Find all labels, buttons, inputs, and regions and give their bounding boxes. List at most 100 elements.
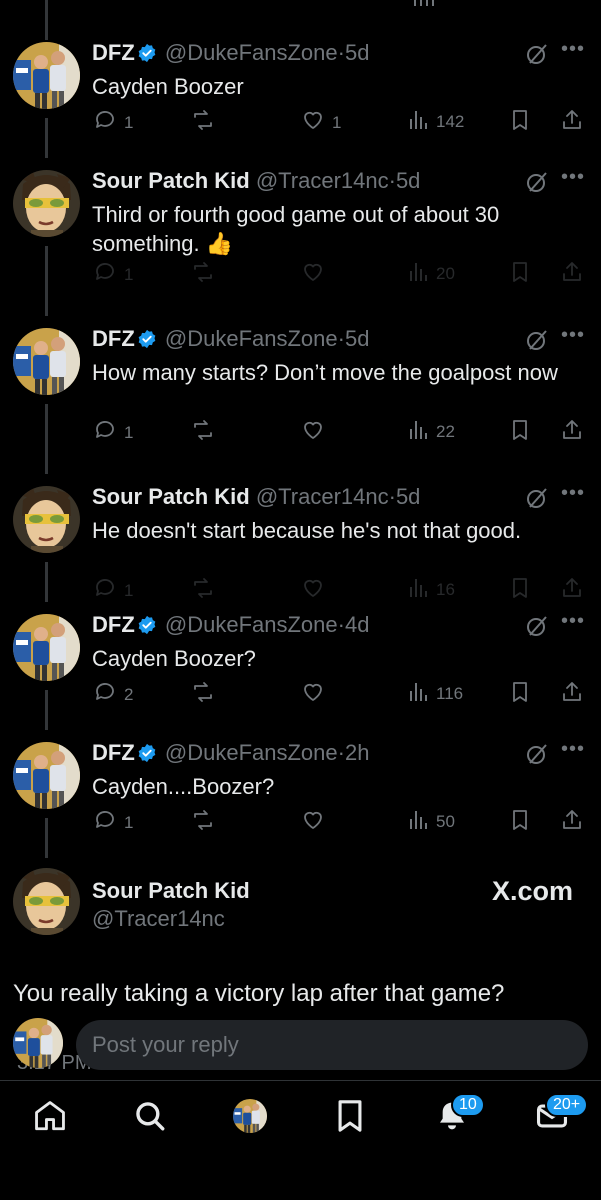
heart-icon (300, 418, 326, 447)
views-button[interactable]: 20 (408, 260, 455, 287)
reply-button[interactable]: 2 (92, 680, 133, 709)
author-name[interactable]: DFZ (92, 740, 135, 765)
bookmark-button[interactable] (509, 418, 531, 447)
grok-icon[interactable] (525, 42, 549, 71)
more-options-icon[interactable]: ••• (561, 482, 585, 505)
heart-icon (300, 260, 326, 289)
tweet-actions: 1 50 (92, 808, 592, 834)
bookmark-button[interactable] (509, 680, 531, 709)
tweet-time[interactable]: 5d (396, 168, 420, 193)
share-button[interactable] (560, 108, 584, 137)
avatar[interactable] (13, 42, 80, 109)
repost-button[interactable] (190, 260, 222, 289)
author-handle[interactable]: @DukeFansZone (165, 740, 338, 765)
avatar[interactable] (13, 742, 80, 809)
avatar[interactable] (13, 614, 80, 681)
watermark: X.com (491, 876, 573, 906)
share-button[interactable] (560, 418, 584, 447)
bookmarks-icon[interactable] (335, 1099, 365, 1138)
view-count: 22 (436, 421, 455, 441)
tweet[interactable]: Sour Patch Kid @Tracer14nc·5d ••• He doe… (0, 482, 601, 612)
repost-icon (190, 576, 216, 605)
tweet-time[interactable]: 2h (345, 740, 369, 765)
views-icon (408, 108, 430, 135)
grok-icon[interactable] (525, 328, 549, 357)
more-options-icon[interactable]: ••• (561, 324, 585, 347)
author-name[interactable]: DFZ (92, 612, 135, 637)
tweet-time[interactable]: 4d (345, 612, 369, 637)
repost-button[interactable] (190, 808, 222, 837)
author-name[interactable]: Sour Patch Kid (92, 484, 250, 509)
views-button[interactable]: 116 (408, 680, 463, 707)
grok-icon[interactable] (525, 614, 549, 643)
views-button[interactable]: 16 (408, 576, 455, 603)
like-button[interactable]: 1 (300, 108, 341, 137)
reply-button[interactable]: 1 (92, 418, 133, 447)
tweet-time[interactable]: 5d (345, 326, 369, 351)
views-icon (408, 260, 430, 287)
more-options-icon[interactable]: ••• (561, 610, 585, 633)
repost-button[interactable] (190, 418, 222, 447)
tweet[interactable]: DFZ @DukeFansZone·5d ••• How many starts… (0, 324, 601, 454)
share-button[interactable] (560, 808, 584, 837)
avatar[interactable] (13, 170, 80, 237)
avatar[interactable] (13, 328, 80, 395)
repost-button[interactable] (190, 680, 222, 709)
tweet[interactable]: Sour Patch Kid @Tracer14nc·5d ••• Third … (0, 166, 601, 296)
like-button[interactable] (300, 260, 332, 289)
tweet-time[interactable]: 5d (345, 40, 369, 65)
bookmark-button[interactable] (509, 260, 531, 289)
share-button[interactable] (560, 260, 584, 289)
share-button[interactable] (560, 680, 584, 709)
focused-author-name[interactable]: Sour Patch Kid (92, 878, 250, 904)
grok-icon[interactable] (525, 170, 549, 199)
bookmark-button[interactable] (509, 808, 531, 837)
home-icon[interactable] (33, 1099, 67, 1138)
views-button[interactable]: 50 (408, 808, 455, 835)
share-button[interactable] (560, 576, 584, 605)
author-handle[interactable]: @DukeFansZone (165, 326, 338, 351)
more-options-icon[interactable]: ••• (561, 38, 585, 61)
author-name[interactable]: Sour Patch Kid (92, 168, 250, 193)
reply-button[interactable]: 1 (92, 808, 133, 837)
tweet[interactable]: DFZ @DukeFansZone·5d ••• Cayden Boozer 1… (0, 38, 601, 168)
author-handle[interactable]: @Tracer14nc (256, 168, 389, 193)
more-options-icon[interactable]: ••• (561, 738, 585, 761)
focused-tweet-text: You really taking a victory lap after th… (13, 980, 505, 1007)
like-button[interactable] (300, 680, 332, 709)
reply-button[interactable]: 1 (92, 260, 133, 289)
grok-icon[interactable] (525, 486, 549, 515)
tweet-text: Cayden....Boozer? (92, 774, 275, 799)
focused-tweet[interactable]: Sour Patch Kid @Tracer14nc X.com You rea… (0, 862, 601, 1012)
author-name[interactable]: DFZ (92, 326, 135, 351)
reply-button[interactable]: 1 (92, 108, 133, 137)
author-handle[interactable]: @DukeFansZone (165, 40, 338, 65)
repost-button[interactable] (190, 108, 222, 137)
grok-icon[interactable] (525, 742, 549, 771)
tweet-time[interactable]: 5d (396, 484, 420, 509)
more-options-icon[interactable]: ••• (561, 166, 585, 189)
bookmark-button[interactable] (509, 576, 531, 605)
repost-button[interactable] (190, 576, 222, 605)
tweet[interactable]: DFZ @DukeFansZone·2h ••• Cayden....Booze… (0, 738, 601, 868)
avatar[interactable] (13, 486, 80, 553)
like-button[interactable] (300, 418, 332, 447)
views-button[interactable]: 142 (408, 108, 464, 135)
author-handle[interactable]: @DukeFansZone (165, 612, 338, 637)
views-icon (408, 576, 430, 603)
author-name[interactable]: DFZ (92, 40, 135, 65)
reply-button[interactable]: 1 (92, 576, 133, 605)
like-button[interactable] (300, 808, 332, 837)
reply-input[interactable]: Post your reply (76, 1020, 588, 1070)
avatar[interactable] (13, 868, 80, 935)
separator-dot: · (337, 740, 345, 765)
search-icon[interactable] (133, 1099, 167, 1138)
focused-author-handle[interactable]: @Tracer14nc (92, 906, 225, 932)
grok-avatar-icon[interactable] (233, 1099, 267, 1133)
author-handle[interactable]: @Tracer14nc (256, 484, 389, 509)
bookmark-button[interactable] (509, 108, 531, 137)
views-button[interactable]: 22 (408, 418, 455, 445)
reply-icon (92, 576, 118, 605)
like-button[interactable] (300, 576, 332, 605)
tweet[interactable]: DFZ @DukeFansZone·4d ••• Cayden Boozer? … (0, 610, 601, 740)
